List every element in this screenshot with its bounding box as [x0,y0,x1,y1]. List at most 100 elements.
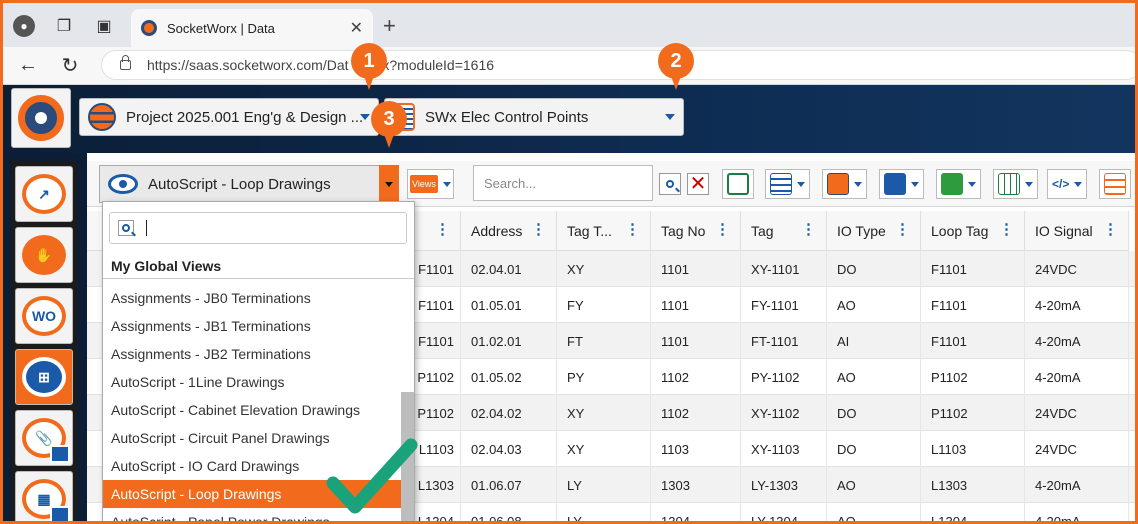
url-text-rest: ex?moduleId=1616 [374,57,495,73]
column-menu-icon[interactable]: ⋮ [801,222,816,237]
sidebar-item-work-orders[interactable]: WO [15,288,73,344]
column-header-address[interactable]: Address ⋮ [461,211,557,251]
column-menu-icon[interactable]: ⋮ [531,222,546,237]
code-button[interactable]: </> [1047,169,1088,199]
chevron-down-icon [1074,181,1083,187]
column-header-loop-tag[interactable]: Loop Tag ⋮ [921,211,1025,251]
view-filter-input[interactable] [109,212,407,244]
view-selector[interactable]: AutoScript - Loop Drawings [99,165,399,203]
column-menu-icon[interactable]: ⋮ [895,222,910,237]
table-cell: XY-1101 [741,251,827,287]
table-cell: FT [557,323,651,359]
search-icon [118,220,134,236]
table-cell: 24VDC [1025,395,1129,431]
table-cell: FY [557,287,651,323]
view-option[interactable]: Assignments - JB0 Terminations [103,284,401,312]
close-tab-icon[interactable]: ✕ [350,18,363,38]
column-menu-icon[interactable]: ⋮ [1103,222,1118,237]
url-field[interactable]: https://saas.socketworx.com/Dat ex?module… [101,50,1135,80]
attach-button[interactable] [879,169,924,199]
sidebar-item-dashboard[interactable]: ↗ [15,166,73,222]
datasource-icon [941,173,963,195]
column-menu-icon[interactable]: ⋮ [435,222,450,237]
table-cell: AO [827,359,921,395]
table-cell: 01.05.02 [461,359,557,395]
view-option[interactable]: Assignments - JB2 Terminations [103,340,401,368]
chevron-down-icon [1025,181,1033,187]
excel-export-button[interactable] [722,169,754,199]
new-tab-icon[interactable]: + [383,13,396,39]
module-actions-icon [827,173,849,195]
table-cell: XY [557,251,651,287]
callout-marker-2: 2 [658,43,694,90]
layout-toggle-button[interactable] [1099,169,1131,199]
chevron-down-icon [665,114,675,120]
column-header-label: Loop Tag [931,222,989,239]
table-cell: F1101 [921,323,1025,359]
table-cell: 1103 [651,431,741,467]
table-cell: F1101 [921,287,1025,323]
sidebar-item-partners[interactable]: ✋ [15,227,73,283]
column-header-label: Tag [751,222,774,239]
sidebar-item-reports[interactable]: ▦ [15,471,73,521]
collections-icon[interactable]: ❐ [53,15,75,37]
socketworx-logo[interactable] [11,88,71,148]
project-label: Project 2025.001 Eng'g & Design ... [126,108,364,126]
module-actions-button[interactable] [822,169,867,199]
column-header-tag-type[interactable]: Tag T... ⋮ [557,211,651,251]
view-option[interactable]: AutoScript - 1Line Drawings [103,368,401,396]
table-cell: FT-1101 [741,323,827,359]
sidebar-item-attachments[interactable]: 📎 [15,410,73,466]
views-button[interactable]: Views [407,169,454,199]
column-header-io-type[interactable]: IO Type ⋮ [827,211,921,251]
sidebar: ↗ ✋ WO ⊞ 📎 ▦ [3,153,87,521]
table-cell: 1102 [651,395,741,431]
module-label: SWx Elec Control Points [425,108,589,126]
browser-tab[interactable]: SocketWorx | Data ✕ [131,9,373,47]
grid-module-icon: ⊞ [22,357,66,397]
module-selector[interactable]: SWx Elec Control Points [384,98,684,136]
column-chooser-button[interactable] [765,169,810,199]
table-cell: PY [557,359,651,395]
text-cursor [146,220,147,236]
back-arrow-icon[interactable]: ← [17,54,39,76]
grid-search-input[interactable]: Search... [473,165,653,201]
chevron-down-icon [360,114,370,120]
datasource-button[interactable] [936,169,981,199]
table-cell: P1102 [921,359,1025,395]
grid-layout-button[interactable] [993,169,1038,199]
column-menu-icon[interactable]: ⋮ [625,222,640,237]
chevron-down-icon [911,181,919,187]
view-selector-label: AutoScript - Loop Drawings [148,175,331,193]
column-header-label: IO Type [837,222,886,239]
column-header-tag[interactable]: Tag ⋮ [741,211,827,251]
table-cell: L1304 [921,503,1025,521]
table-cell: 4-20mA [1025,323,1129,359]
table-cell: PY-1102 [741,359,827,395]
view-option[interactable]: AutoScript - Cabinet Elevation Drawings [103,396,401,424]
column-menu-icon[interactable]: ⋮ [999,222,1014,237]
column-header-label: IO Signal [1035,222,1093,239]
column-menu-icon[interactable]: ⋮ [715,222,730,237]
table-cell: AI [827,323,921,359]
handshake-icon: ✋ [22,235,66,275]
sidebar-item-data[interactable]: ⊞ [15,349,73,405]
tab-actions-icon[interactable]: ▣ [93,15,115,37]
column-header-tag-no[interactable]: Tag No ⋮ [651,211,741,251]
table-cell: 01.06.07 [461,467,557,503]
project-selector[interactable]: Project 2025.001 Eng'g & Design ... [79,98,379,136]
table-cell: XY [557,431,651,467]
profile-icon[interactable]: ● [13,15,35,37]
clear-search-button[interactable]: ✕ [687,173,709,195]
search-button[interactable] [659,173,681,195]
table-cell: XY-1103 [741,431,827,467]
table-cell: 1101 [651,287,741,323]
lock-icon [120,55,131,70]
column-header-io-signal[interactable]: IO Signal ⋮ [1025,211,1129,251]
view-option[interactable]: Assignments - JB1 Terminations [103,312,401,340]
column-header-label: Tag No [661,222,706,239]
table-cell: 24VDC [1025,251,1129,287]
app-header: Project 2025.001 Eng'g & Design ... SWx … [3,85,1135,153]
view-dropdown-toggle[interactable] [379,165,399,203]
reload-icon[interactable]: ↻ [59,54,81,77]
